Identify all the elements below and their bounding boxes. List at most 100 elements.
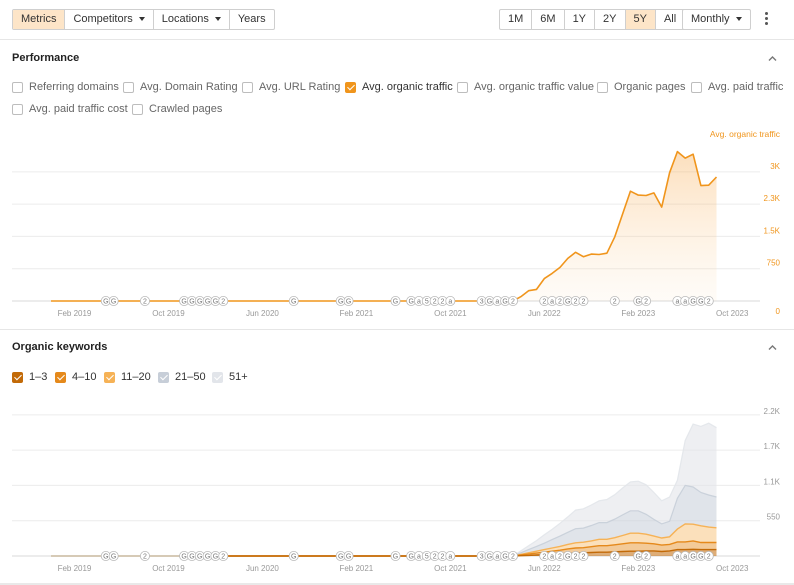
performance-chart: Avg. organic traffic GG2GGGGG2GGGGGa522a… bbox=[12, 129, 781, 318]
event-marker-label: 3 bbox=[480, 299, 484, 306]
range-selector: 1M 6M 1Y 2Y 5Y All bbox=[499, 9, 686, 30]
checkbox-crawled-pages[interactable]: Crawled pages bbox=[132, 103, 222, 115]
event-marker-label: 2 bbox=[644, 299, 648, 306]
x-tick-label: Jun 2020 bbox=[246, 564, 279, 573]
checkbox-position-11-20[interactable]: 11–20 bbox=[104, 371, 151, 383]
checkbox-position-21-50[interactable]: 21–50 bbox=[158, 371, 206, 383]
x-tick-label: Oct 2021 bbox=[434, 564, 467, 573]
caret-down-icon bbox=[138, 17, 145, 22]
view-tabs: Metrics Competitors Locations Years bbox=[12, 9, 275, 30]
event-marker-label: G bbox=[338, 554, 343, 561]
y-tick-label: 550 bbox=[767, 513, 781, 522]
checkbox-organic-pages[interactable]: Organic pages bbox=[597, 81, 686, 93]
x-tick-label: Feb 2023 bbox=[621, 309, 655, 318]
collapse-chevron-icon[interactable] bbox=[768, 54, 777, 63]
performance-title: Performance bbox=[12, 52, 80, 64]
checkbox-position-4-10[interactable]: 4–10 bbox=[55, 371, 96, 383]
event-marker-label: 2 bbox=[221, 299, 225, 306]
range-6m[interactable]: 6M bbox=[532, 10, 565, 29]
event-marker-label: G bbox=[103, 554, 108, 561]
x-tick-label: Feb 2023 bbox=[621, 564, 655, 573]
event-marker-label: G bbox=[690, 299, 695, 306]
x-tick-label: Oct 2019 bbox=[152, 564, 185, 573]
event-marker-label: G bbox=[181, 554, 186, 561]
y-tick-label: 1.1K bbox=[764, 477, 781, 486]
event-marker-label: G bbox=[346, 554, 351, 561]
event-marker-label: G bbox=[636, 554, 641, 561]
event-marker-label: 2 bbox=[433, 299, 437, 306]
event-marker-label: G bbox=[189, 554, 194, 561]
collapse-chevron-icon[interactable] bbox=[768, 343, 777, 352]
event-marker-label: a bbox=[675, 299, 679, 306]
event-marker-label: 5 bbox=[425, 554, 429, 561]
event-marker-label: G bbox=[565, 299, 570, 306]
event-marker-label: G bbox=[698, 554, 703, 561]
x-tick-label: Jun 2020 bbox=[246, 309, 279, 318]
checkbox-avg-organic-traffic-value[interactable]: Avg. organic traffic value bbox=[457, 81, 594, 93]
event-marker-label: G bbox=[213, 299, 218, 306]
x-tick-label: Jun 2022 bbox=[528, 564, 561, 573]
range-2y[interactable]: 2Y bbox=[595, 10, 626, 29]
event-marker-label: 2 bbox=[441, 299, 445, 306]
event-marker-label: 2 bbox=[558, 554, 562, 561]
x-tick-label: Oct 2019 bbox=[152, 309, 185, 318]
event-marker-label: a bbox=[683, 299, 687, 306]
checkbox-avg-organic-traffic[interactable]: Avg. organic traffic bbox=[345, 81, 453, 93]
event-marker-label: G bbox=[111, 554, 116, 561]
interval-dropdown[interactable]: Monthly bbox=[682, 9, 751, 30]
y-tick-label: 1.7K bbox=[764, 442, 781, 451]
range-all[interactable]: All bbox=[656, 10, 684, 29]
range-5y[interactable]: 5Y bbox=[625, 10, 656, 29]
checkbox-position-51-plus[interactable]: 51+ bbox=[212, 371, 248, 383]
event-marker-label: G bbox=[698, 299, 703, 306]
event-marker-label: 2 bbox=[581, 554, 585, 561]
tab-locations[interactable]: Locations bbox=[154, 10, 230, 29]
event-marker-label: G bbox=[393, 554, 398, 561]
x-tick-label: Feb 2021 bbox=[339, 309, 373, 318]
event-marker-label: G bbox=[338, 299, 343, 306]
event-marker-label: a bbox=[550, 299, 554, 306]
range-1m[interactable]: 1M bbox=[500, 10, 533, 29]
checkbox-avg-paid-traffic[interactable]: Avg. paid traffic bbox=[691, 81, 783, 93]
event-marker-label: G bbox=[181, 299, 186, 306]
organic-keywords-title: Organic keywords bbox=[12, 341, 108, 353]
x-tick-label: Feb 2019 bbox=[58, 564, 92, 573]
event-marker-label: 2 bbox=[511, 554, 515, 561]
event-marker-label: G bbox=[346, 299, 351, 306]
y-tick-label: 2.2K bbox=[764, 407, 781, 416]
checkbox-referring-domains[interactable]: Referring domains bbox=[12, 81, 119, 93]
y-tick-label: 1.5K bbox=[764, 226, 781, 235]
event-marker-label: a bbox=[683, 554, 687, 561]
event-marker-label: 2 bbox=[143, 554, 147, 561]
checkbox-avg-paid-traffic-cost[interactable]: Avg. paid traffic cost bbox=[12, 103, 128, 115]
checkbox-avg-url-rating[interactable]: Avg. URL Rating bbox=[242, 81, 340, 93]
event-marker-label: 2 bbox=[574, 554, 578, 561]
checkbox-position-1-3[interactable]: 1–3 bbox=[12, 371, 47, 383]
series-legend-label: Avg. organic traffic bbox=[710, 129, 781, 139]
y-tick-label: 3K bbox=[770, 162, 780, 171]
tab-years[interactable]: Years bbox=[230, 10, 274, 29]
event-marker-label: G bbox=[408, 299, 413, 306]
event-marker-label: 2 bbox=[581, 299, 585, 306]
x-tick-label: Oct 2023 bbox=[716, 564, 749, 573]
event-marker-label: G bbox=[636, 299, 641, 306]
event-marker-label: a bbox=[448, 554, 452, 561]
more-options-icon[interactable] bbox=[763, 12, 769, 28]
range-1y[interactable]: 1Y bbox=[565, 10, 596, 29]
event-marker-label: G bbox=[565, 554, 570, 561]
tab-competitors[interactable]: Competitors bbox=[65, 10, 154, 29]
event-marker-label: a bbox=[495, 299, 499, 306]
toolbar: Metrics Competitors Locations Years 1M 6… bbox=[0, 0, 794, 40]
checkbox-avg-domain-rating[interactable]: Avg. Domain Rating bbox=[123, 81, 238, 93]
event-marker-label: a bbox=[550, 554, 554, 561]
event-marker-label: G bbox=[103, 299, 108, 306]
event-marker-label: a bbox=[417, 299, 421, 306]
event-marker-label: a bbox=[417, 554, 421, 561]
tab-metrics[interactable]: Metrics bbox=[13, 10, 66, 29]
event-marker-label: a bbox=[675, 554, 679, 561]
event-marker-label: G bbox=[690, 554, 695, 561]
caret-down-icon bbox=[735, 17, 742, 22]
section-divider bbox=[0, 329, 794, 330]
event-marker-label: 2 bbox=[613, 299, 617, 306]
event-marker-label: 2 bbox=[644, 554, 648, 561]
